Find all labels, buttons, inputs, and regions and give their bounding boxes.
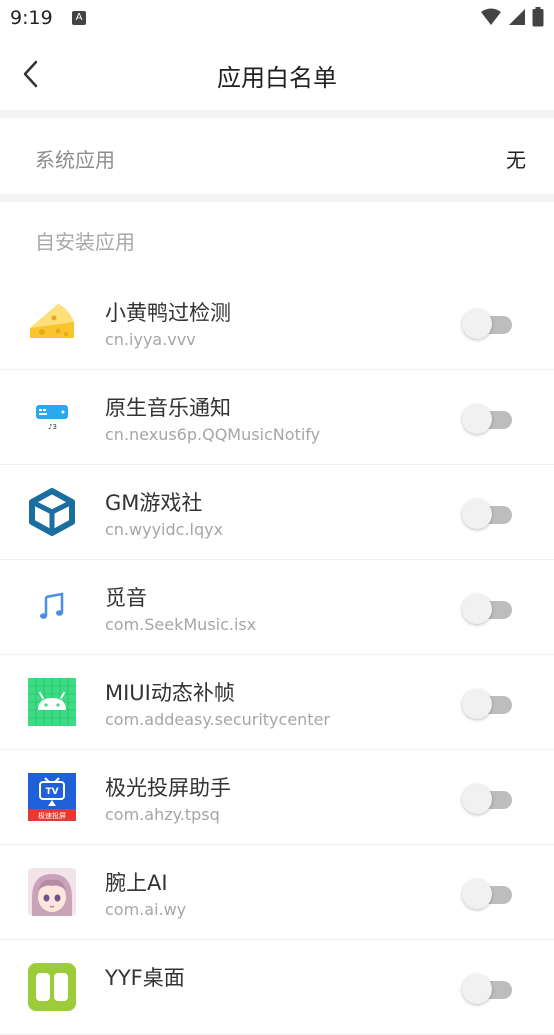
whitelist-toggle[interactable] [462, 309, 514, 339]
system-apps-row[interactable]: 系统应用 无 [0, 118, 554, 194]
list-item[interactable]: 小黄鸭过检测 cn.iyya.vvv [0, 275, 554, 370]
cube-logo-icon [29, 488, 75, 536]
section-divider [0, 194, 554, 202]
app-name: GM游戏社 [105, 491, 203, 515]
whitelist-toggle[interactable] [462, 879, 514, 909]
notification-a-icon: A [72, 11, 86, 25]
anime-avatar-icon [28, 868, 76, 916]
signal-icon [509, 9, 525, 25]
app-package: cn.nexus6p.QQMusicNotify [105, 425, 321, 444]
app-package: com.SeekMusic.isx [105, 615, 257, 634]
whitelist-toggle[interactable] [462, 594, 514, 624]
installed-apps-header: 自安装应用 [35, 230, 135, 254]
app-package: com.addeasy.securitycenter [105, 710, 330, 729]
list-item[interactable]: YYF桌面 [0, 940, 554, 1035]
app-name: 极光投屏助手 [105, 776, 231, 800]
status-time: 9:19 [10, 7, 53, 29]
page-title: 应用白名单 [217, 64, 337, 92]
system-apps-value: 无 [506, 148, 526, 172]
tv-icon-caption: 极速投屏 [38, 811, 66, 820]
music-notify-icon: ♪3 [36, 405, 68, 431]
app-name: YYF桌面 [105, 966, 185, 990]
status-icons [480, 7, 544, 27]
yyf-desktop-icon [28, 963, 76, 1011]
app-name: 腕上AI [105, 871, 168, 895]
android-icon [28, 678, 76, 726]
list-item[interactable]: GM游戏社 cn.wyyidc.lqyx [0, 465, 554, 560]
svg-text:♪3: ♪3 [48, 423, 57, 431]
section-divider [0, 110, 554, 118]
app-name: 觅音 [105, 586, 147, 610]
tv-icon-text: TV [45, 787, 58, 797]
tv-cast-icon: TV 极速投屏 [28, 773, 76, 821]
cheese-icon [30, 304, 74, 338]
list-item[interactable]: 觅音 com.SeekMusic.isx [0, 560, 554, 655]
whitelist-toggle[interactable] [462, 689, 514, 719]
app-package: cn.iyya.vvv [105, 330, 196, 349]
whitelist-toggle[interactable] [462, 974, 514, 1004]
app-name: 小黄鸭过检测 [105, 301, 231, 325]
whitelist-toggle[interactable] [462, 784, 514, 814]
app-package: com.ahzy.tpsq [105, 805, 220, 824]
music-note-icon [38, 591, 66, 623]
list-item[interactable]: TV 极速投屏 极光投屏助手 com.ahzy.tpsq [0, 750, 554, 845]
list-item[interactable]: 腕上AI com.ai.wy [0, 845, 554, 940]
app-name: 原生音乐通知 [105, 396, 231, 420]
system-apps-label: 系统应用 [35, 148, 115, 172]
app-package: cn.wyyidc.lqyx [105, 520, 224, 539]
list-item[interactable]: ♪3 原生音乐通知 cn.nexus6p.QQMusicNotify [0, 370, 554, 465]
status-bar: 9:19 A [0, 0, 554, 38]
whitelist-toggle[interactable] [462, 404, 514, 434]
header: 应用白名单 [0, 38, 554, 110]
app-list: 小黄鸭过检测 cn.iyya.vvv ♪3 原生音乐通知 cn.nexus6p.… [0, 275, 554, 1035]
app-name: MIUI动态补帧 [105, 681, 235, 705]
app-package: com.ai.wy [105, 900, 187, 919]
list-item[interactable]: MIUI动态补帧 com.addeasy.securitycenter [0, 655, 554, 750]
wifi-icon [481, 8, 501, 25]
whitelist-toggle[interactable] [462, 499, 514, 529]
battery-icon [532, 7, 544, 27]
